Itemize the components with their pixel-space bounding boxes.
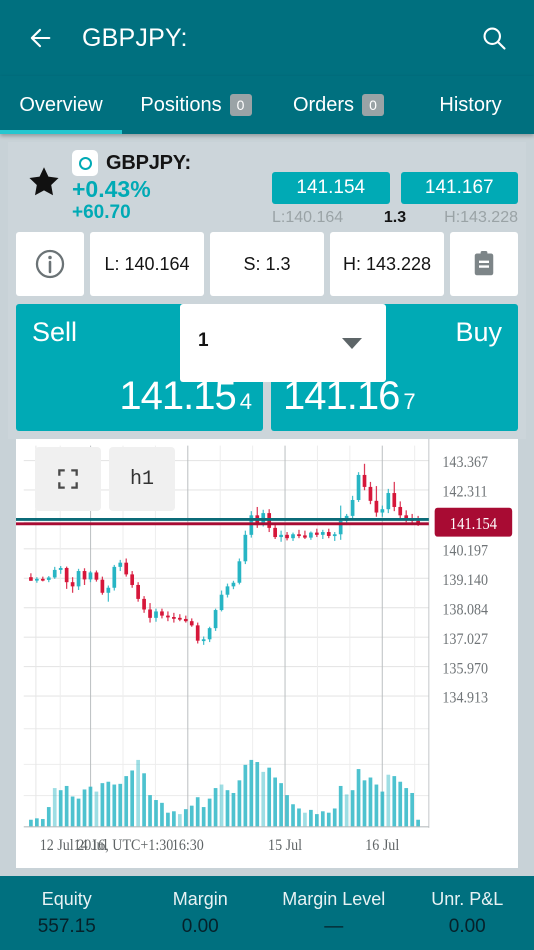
ask-chip[interactable]: 141.167 [400,172,518,204]
tab-bar: Overview Positions 0 Orders 0 History [0,76,534,134]
low-button[interactable]: L: 140.164 [90,232,204,296]
svg-text:139.140: 139.140 [442,572,488,589]
info-button-row: L: 140.164 S: 1.3 H: 143.228 [8,228,526,304]
app-bar: GBPJPY: [0,0,534,76]
tab-history-label: History [439,93,502,116]
back-button[interactable] [18,16,62,60]
buy-price-frac: 7 [403,389,415,414]
change-points: +60.70 [72,202,131,224]
tab-positions[interactable]: Positions 0 [122,76,270,134]
spread-inline: 1.3 [383,209,407,226]
chart-toolbar: h1 [35,447,175,511]
info-icon [35,249,65,279]
svg-text:16:30: 16:30 [172,837,204,854]
buy-label: Buy [455,317,502,347]
equity-label: Equity [41,888,92,909]
symbol-name: GBPJPY: [106,151,191,174]
star-icon [29,167,59,196]
low-inline: L:140.164 [272,209,344,226]
svg-text:140.197: 140.197 [442,543,488,560]
svg-text:135.970: 135.970 [442,660,488,677]
unrealized-pl-value: 0.00 [448,915,486,937]
notes-button[interactable] [450,232,518,296]
high-inline: H:143.228 [444,209,518,226]
trading-app-screen: GBPJPY: Overview Positions 0 Orders 0 Hi… [0,0,534,950]
equity-value: 557.15 [37,915,96,937]
quote-panel: GBPJPY: +0.43% +60.70 141.154 141.167 L:… [8,142,526,228]
search-button[interactable] [472,16,516,60]
arrow-left-icon [30,28,51,48]
favorite-button[interactable] [16,148,72,200]
sell-price-frac: 4 [239,389,252,414]
svg-text:16 Jul: 16 Jul [365,837,399,854]
equity-cell: Equity 557.15 [0,886,134,941]
search-icon [483,27,506,50]
unrealized-pl-label: Unr. P&L [431,888,504,909]
tab-overview[interactable]: Overview [0,76,122,134]
svg-text:142.311: 142.311 [442,484,487,501]
info-button[interactable] [16,232,84,296]
price-chart[interactable]: 143.367 142.311 141.154 140.197 139.140 138.0… [16,439,518,868]
svg-text:137.027: 137.027 [442,631,488,648]
margin-level-label: Margin Level [282,888,386,909]
bid-chip[interactable]: 141.154 [272,172,390,204]
tab-positions-label: Positions [140,93,222,116]
tab-orders-badge: 0 [362,94,385,116]
chevron-down-icon [342,338,362,349]
fullscreen-icon [58,469,78,489]
margin-level-value: — [324,915,344,937]
volume-select[interactable]: 1 [180,304,386,382]
high-button[interactable]: H: 143.228 [330,232,444,296]
trade-panel: Sell 141.15 4 Buy 141.16 7 1 [8,304,526,439]
svg-text:15 Jul: 15 Jul [268,837,302,854]
margin-value: 0.00 [181,915,219,937]
unrealized-pl-cell: Unr. P&L 0.00 [401,886,534,941]
svg-text:141.154: 141.154 [450,515,497,533]
change-percent: +0.43% [72,176,151,202]
tab-overview-label: Overview [19,93,103,116]
tab-orders-label: Orders [292,93,355,116]
margin-label: Margin [172,888,228,909]
clipboard-icon [474,251,494,276]
svg-text:143.367: 143.367 [442,454,488,471]
account-summary-bar: Equity 557.15 Margin 0.00 Margin Level —… [0,876,534,950]
spread-button[interactable]: S: 1.3 [210,232,324,296]
content-area: GBPJPY: +0.43% +60.70 141.154 141.167 L:… [0,134,534,876]
fullscreen-button[interactable] [35,447,101,511]
symbol-icon [72,150,98,176]
page-title: GBPJPY: [82,23,188,52]
tab-orders[interactable]: Orders 0 [270,76,407,134]
margin-level-cell: Margin Level — [267,886,401,941]
tab-history[interactable]: History [407,76,534,134]
svg-text:14 Jul: 14 Jul [74,837,108,854]
svg-text:138.084: 138.084 [442,602,488,619]
tab-positions-badge: 0 [229,94,252,116]
margin-cell: Margin 0.00 [134,886,268,941]
sell-label: Sell [32,317,78,347]
timeframe-button[interactable]: h1 [109,447,175,511]
svg-text:134.913: 134.913 [442,690,488,707]
volume-value: 1 [198,330,209,351]
